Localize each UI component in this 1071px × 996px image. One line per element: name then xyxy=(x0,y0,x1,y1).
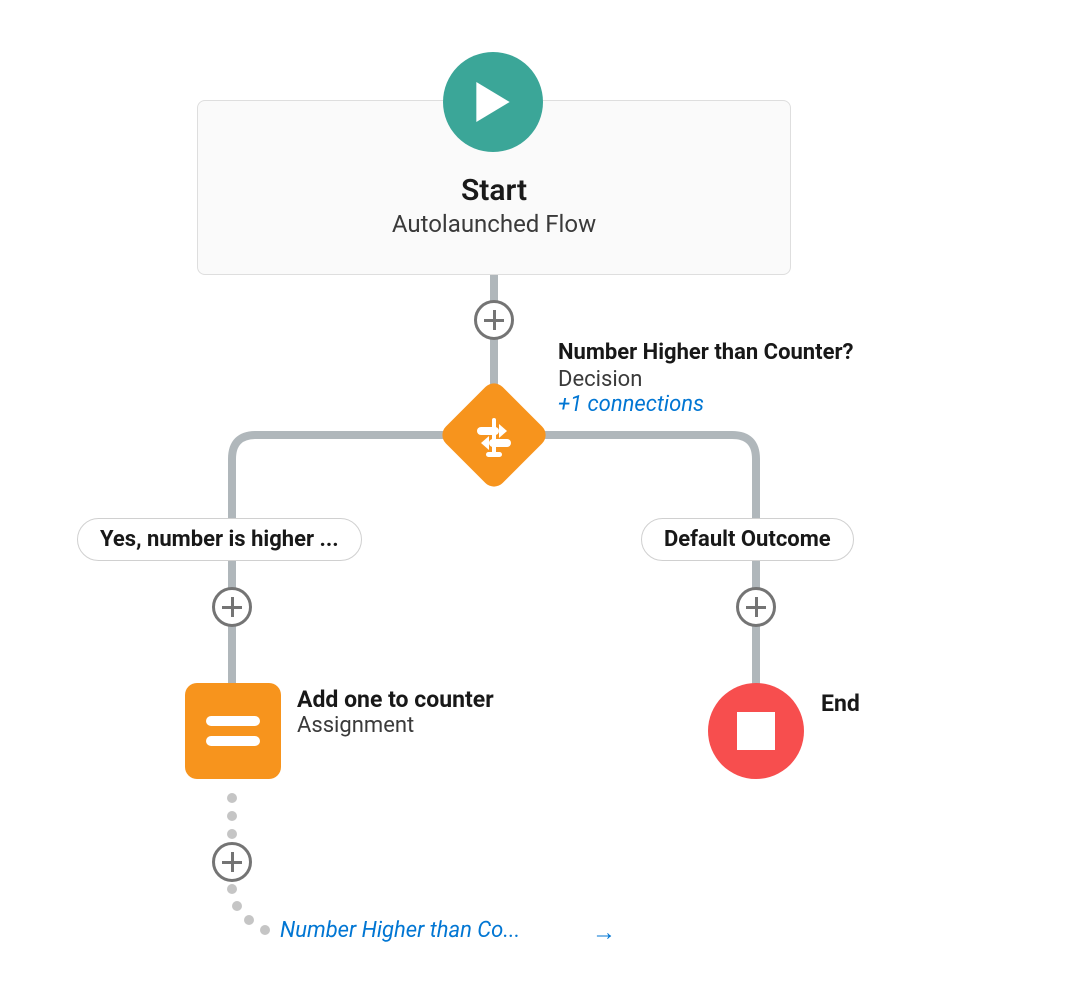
assignment-icon xyxy=(206,714,260,748)
start-title: Start xyxy=(198,173,790,208)
loop-back-link[interactable]: Number Higher than Co... xyxy=(280,918,520,943)
assignment-title: Add one to counter xyxy=(297,686,494,713)
stop-icon xyxy=(737,712,775,750)
end-node[interactable] xyxy=(708,683,804,779)
assignment-labels: Add one to counter Assignment xyxy=(297,686,494,738)
start-subtitle: Autolaunched Flow xyxy=(198,210,790,238)
assignment-node[interactable] xyxy=(185,683,281,779)
decision-connections-link[interactable]: +1 connections xyxy=(558,392,858,417)
add-element-button[interactable] xyxy=(474,300,514,340)
add-element-button-right[interactable] xyxy=(736,587,776,627)
start-play-button[interactable] xyxy=(443,52,543,152)
flow-canvas: Start Autolaunched Flow Numb xyxy=(0,0,1071,996)
loop-back-arrow-icon[interactable]: → xyxy=(592,918,616,947)
outcome-yes[interactable]: Yes, number is higher ... xyxy=(77,518,362,561)
assignment-type: Assignment xyxy=(297,713,494,738)
add-element-button-after-assignment[interactable] xyxy=(212,842,252,882)
decision-labels: Number Higher than Counter? Decision +1 … xyxy=(558,339,858,417)
decision-type: Decision xyxy=(558,367,858,392)
end-label: End xyxy=(821,690,860,717)
add-element-button-left[interactable] xyxy=(212,587,252,627)
play-icon xyxy=(476,82,510,122)
decision-icon xyxy=(440,381,548,489)
outcome-default[interactable]: Default Outcome xyxy=(641,518,854,561)
decision-node[interactable] xyxy=(440,381,548,489)
decision-title: Number Higher than Counter? xyxy=(558,339,858,367)
